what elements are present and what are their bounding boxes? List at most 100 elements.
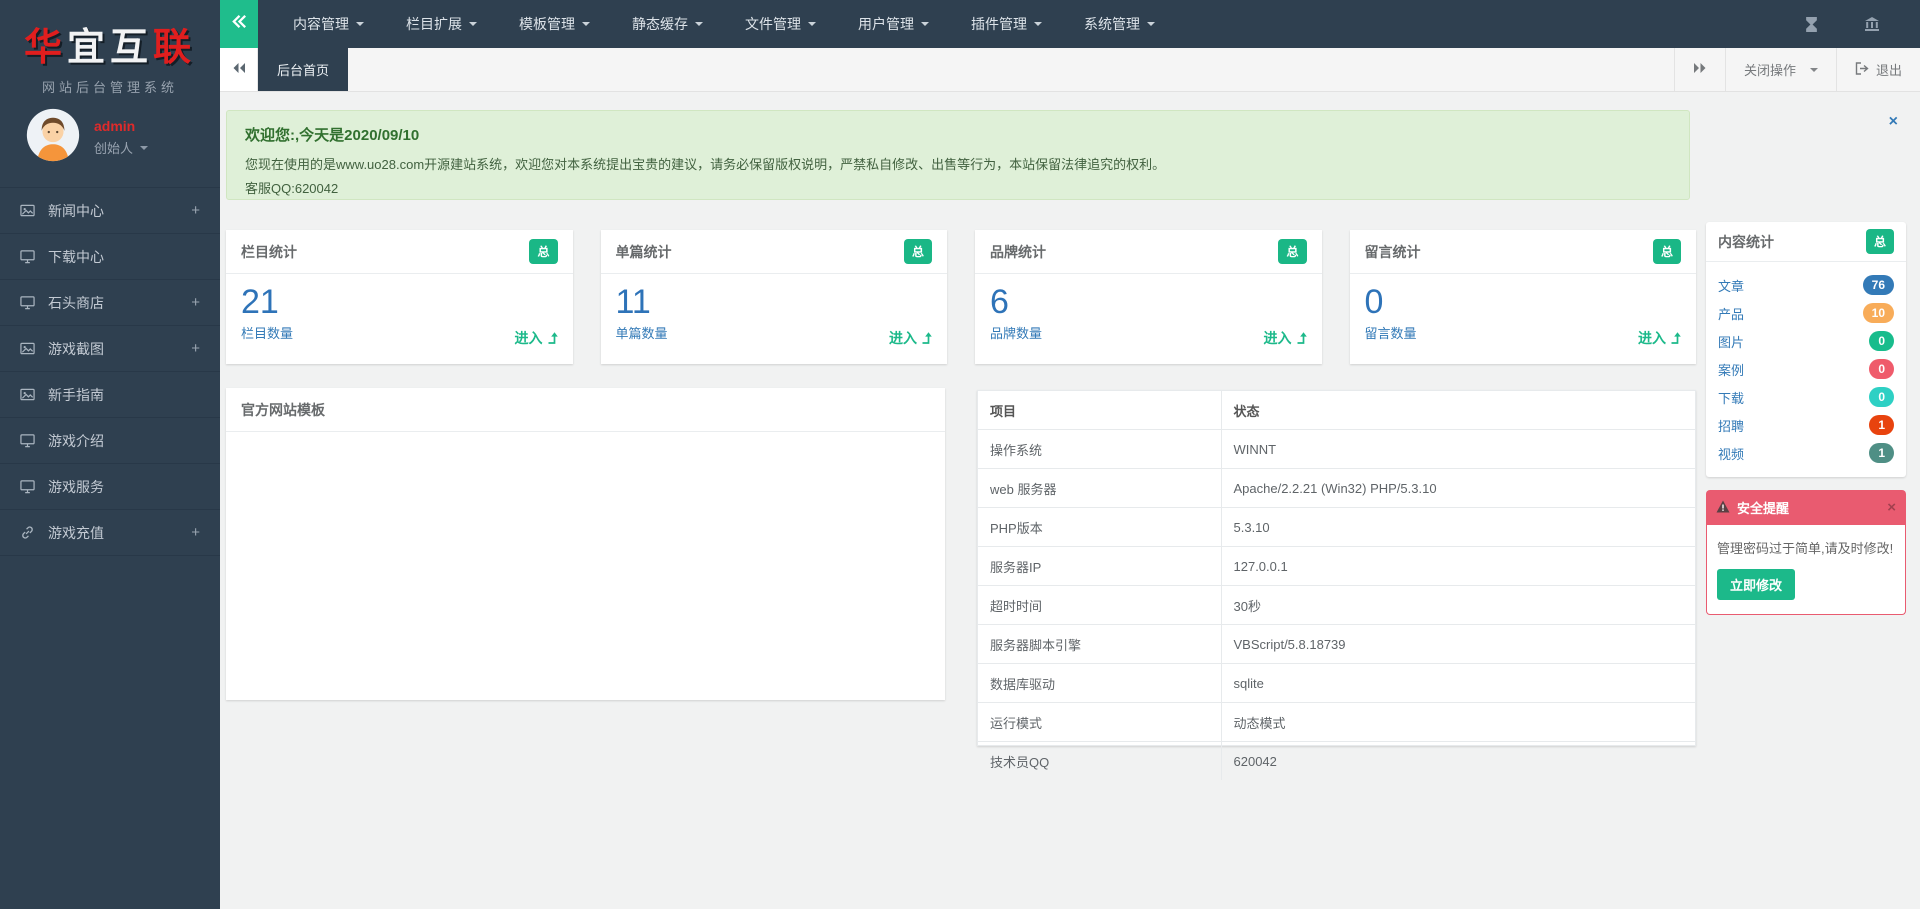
nav-item-label: 用户管理 [858, 16, 914, 32]
enter-link[interactable]: 进入 [889, 328, 932, 348]
nav-item-5[interactable]: 文件管理 [724, 0, 837, 48]
stat-card-title: 栏目统计 [241, 243, 297, 260]
tab-bar: 后台首页 关闭操作 退出 [220, 48, 1920, 92]
topnav-icons [1805, 16, 1920, 32]
stat-card-header: 栏目统计 总 [226, 230, 573, 274]
stat-card-body: 11 单篇数量 进入 [601, 274, 948, 364]
content-stat-link[interactable]: 图片 [1718, 332, 1744, 351]
double-right-icon [1693, 62, 1707, 77]
total-badge-button[interactable]: 总 [1652, 239, 1681, 264]
double-chevron-left-icon [230, 12, 249, 36]
expand-plus-icon: + [191, 524, 200, 541]
nav-item-6[interactable]: 用户管理 [837, 0, 950, 48]
level-up-icon [921, 332, 932, 344]
monitor-icon [20, 249, 35, 264]
total-badge-button[interactable]: 总 [903, 239, 932, 264]
total-badge-button[interactable]: 总 [529, 239, 558, 264]
content-stat-link[interactable]: 视频 [1718, 444, 1744, 463]
stat-card-label: 留言数量 [1364, 326, 1417, 342]
sidebar-item-5[interactable]: 新手指南 [0, 372, 220, 418]
sidebar-item-label: 游戏充值 [48, 524, 104, 541]
table-row: 服务器IP 127.0.0.1 [978, 546, 1695, 586]
content-stat-row-6: 招聘 1 [1706, 411, 1906, 439]
sidebar-item-6[interactable]: 游戏介绍 [0, 418, 220, 464]
content-stat-link[interactable]: 案例 [1718, 360, 1744, 379]
welcome-title: 欢迎您:,今天是2020/09/10 [245, 127, 420, 144]
table-cell-item: web 服务器 [978, 468, 1221, 508]
nav-item-2[interactable]: 栏目扩展 [385, 0, 498, 48]
link-icon [20, 525, 35, 540]
enter-link[interactable]: 进入 [1264, 328, 1307, 348]
nav-item-3[interactable]: 模板管理 [498, 0, 611, 48]
table-row: 服务器脚本引擎 VBScript/5.8.18739 [978, 624, 1695, 664]
expand-plus-icon: + [191, 340, 200, 357]
fix-password-button[interactable]: 立即修改 [1717, 569, 1796, 600]
stat-card-body: 0 留言数量 进入 [1350, 274, 1697, 364]
content-stat-link[interactable]: 文章 [1718, 276, 1744, 295]
total-badge-button[interactable]: 总 [1278, 239, 1307, 264]
table-cell-item: 运行模式 [978, 702, 1221, 742]
table-cell-status: 30秒 [1220, 585, 1695, 625]
security-alert-header: 安全提醒 × [1706, 490, 1906, 525]
content-stat-link[interactable]: 下载 [1718, 388, 1744, 407]
close-icon[interactable]: × [1889, 114, 1898, 130]
content-stat-link[interactable]: 招聘 [1718, 416, 1744, 435]
brand-logo-char: 宜 [66, 27, 110, 69]
logout-button[interactable]: 退出 [1835, 48, 1920, 91]
sidebar-item-label: 游戏截图 [48, 340, 104, 357]
close-actions-label: 关闭操作 [1743, 63, 1796, 78]
close-icon[interactable]: × [1887, 499, 1896, 516]
sidebar-item-label: 游戏服务 [48, 478, 104, 495]
site-template-panel-body [226, 432, 945, 522]
nav-item-label: 插件管理 [971, 16, 1027, 32]
stat-card-header: 留言统计 总 [1349, 230, 1696, 274]
chevron-down-icon [1034, 22, 1042, 26]
count-badge: 10 [1862, 303, 1894, 323]
sidebar-item-4[interactable]: 游戏截图 + [0, 326, 220, 372]
sidebar-item-label: 新闻中心 [48, 202, 104, 219]
nav-item-label: 栏目扩展 [406, 16, 462, 32]
hourglass-icon[interactable] [1805, 16, 1818, 32]
sidebar-item-3[interactable]: 石头商店 + [0, 280, 220, 326]
sidebar-item-1[interactable]: 新闻中心 + [0, 188, 220, 234]
tab-home[interactable]: 后台首页 [258, 48, 348, 91]
sidebar-item-label: 新手指南 [48, 386, 104, 403]
user-role-label: 创始人 [94, 141, 134, 156]
close-actions-dropdown[interactable]: 关闭操作 [1724, 48, 1836, 91]
main-content: 欢迎您:,今天是2020/09/10 您现在使用的是www.uo28.com开源… [220, 92, 1920, 909]
nav-item-4[interactable]: 静态缓存 [611, 0, 724, 48]
sidebar-item-2[interactable]: 下载中心 [0, 234, 220, 280]
table-cell-item: 超时时间 [978, 585, 1221, 625]
sidebar-item-8[interactable]: 游戏充值 + [0, 510, 220, 556]
logout-label: 退出 [1875, 63, 1902, 78]
tabs-scroll-right-button[interactable] [1673, 48, 1725, 91]
nav-item-1[interactable]: 内容管理 [272, 0, 385, 48]
nav-item-8[interactable]: 系统管理 [1063, 0, 1176, 48]
site-template-panel-title: 官方网站模板 [241, 401, 325, 418]
sidebar-collapse-button[interactable] [220, 0, 258, 48]
enter-link[interactable]: 进入 [515, 328, 558, 348]
stat-card-title: 留言统计 [1364, 243, 1421, 260]
content-stats-title: 内容统计 [1718, 233, 1774, 250]
image-icon [20, 387, 35, 402]
user-profile[interactable]: admin 创始人 [0, 96, 220, 177]
user-role-dropdown[interactable]: 创始人 [94, 138, 149, 157]
table-cell-status: WINNT [1220, 429, 1695, 469]
total-badge-button[interactable]: 总 [1865, 229, 1894, 254]
stat-card-value: 21 [241, 283, 279, 321]
bank-icon[interactable] [1864, 16, 1880, 32]
expand-plus-icon: + [191, 294, 200, 311]
site-template-panel-header: 官方网站模板 [226, 388, 945, 432]
nav-item-7[interactable]: 插件管理 [950, 0, 1063, 48]
count-badge: 1 [1869, 415, 1894, 435]
table-row: web 服务器 Apache/2.2.21 (Win32) PHP/5.3.10 [978, 468, 1695, 508]
server-info-table: 项目 状态 操作系统 WINNT web 服务器 Apache/2.2.21 (Win3… [978, 391, 1695, 780]
chevron-down-icon [921, 22, 929, 26]
content-stat-link[interactable]: 产品 [1718, 304, 1744, 323]
sidebar-item-7[interactable]: 游戏服务 [0, 464, 220, 510]
table-cell-item: 操作系统 [978, 429, 1221, 469]
image-icon [20, 341, 35, 356]
tabs-scroll-left-button[interactable] [220, 48, 258, 91]
content-stat-row-7: 视频 1 [1706, 439, 1906, 467]
enter-link[interactable]: 进入 [1638, 328, 1681, 348]
